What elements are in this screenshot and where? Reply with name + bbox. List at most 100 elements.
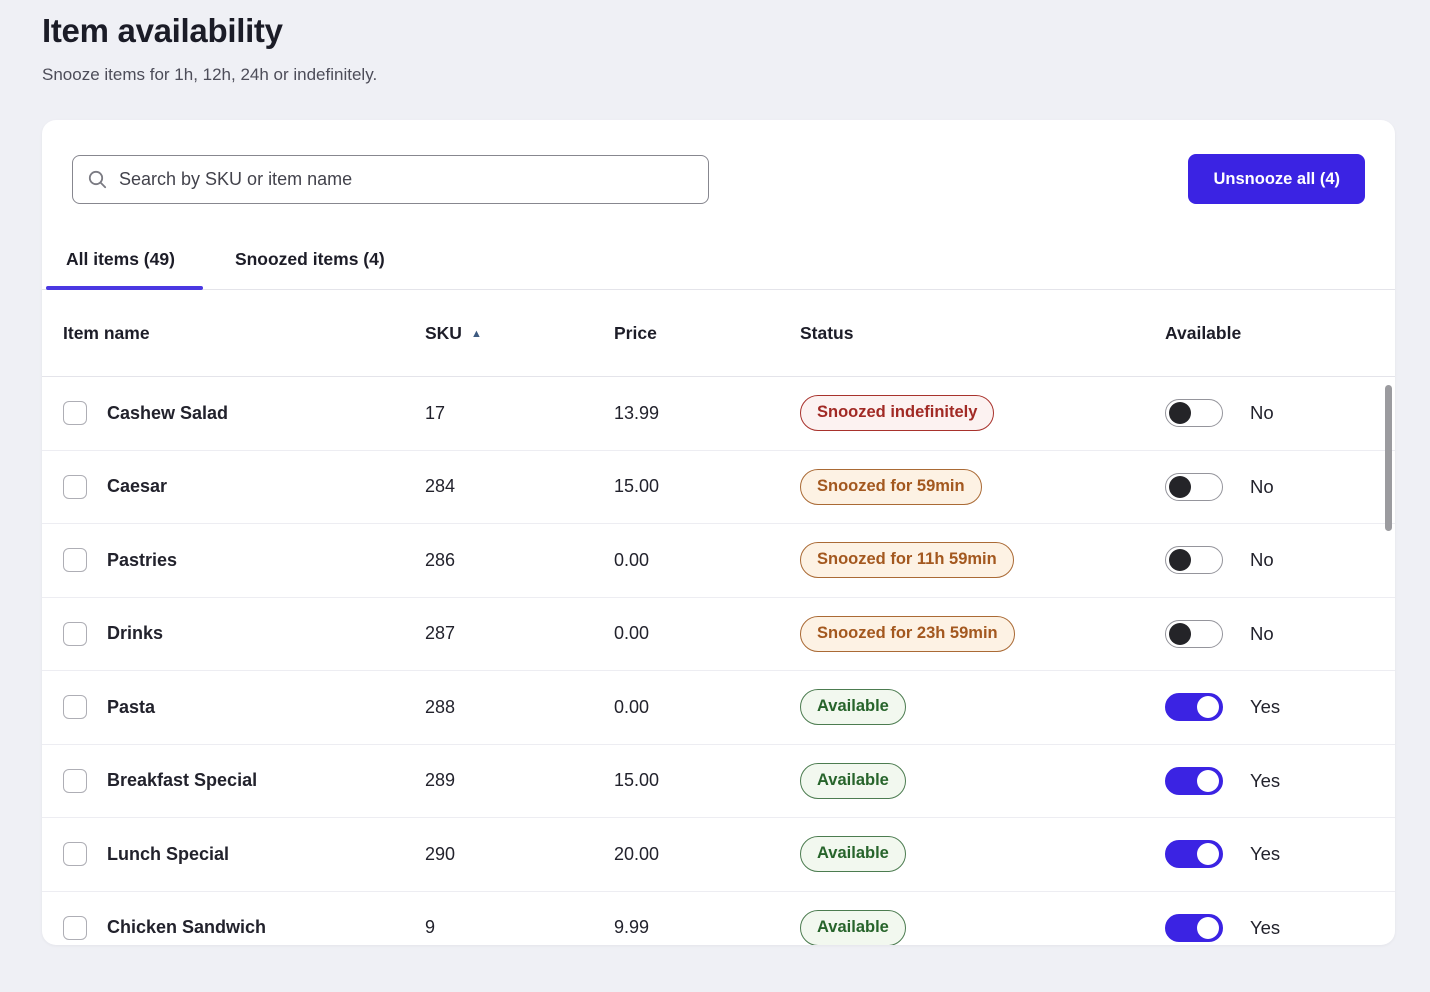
tabs: All items (49) Snoozed items (4) <box>42 237 1395 290</box>
row-checkbox[interactable] <box>63 475 87 499</box>
checkbox-cell <box>63 622 107 646</box>
tab-snoozed-items[interactable]: Snoozed items (4) <box>235 237 385 289</box>
column-header-status[interactable]: Status <box>800 323 1165 344</box>
toggle-knob <box>1197 917 1219 939</box>
status-cell: Snoozed for 23h 59min <box>800 616 1165 652</box>
row-checkbox[interactable] <box>63 842 87 866</box>
item-sku: 288 <box>425 697 614 718</box>
item-availability-card: Unsnooze all (4) All items (49) Snoozed … <box>42 120 1395 945</box>
item-name: Drinks <box>107 623 425 644</box>
column-header-item-name[interactable]: Item name <box>63 323 425 344</box>
row-checkbox[interactable] <box>63 622 87 646</box>
item-name: Chicken Sandwich <box>107 917 425 938</box>
availability-label: No <box>1250 623 1274 645</box>
checkbox-cell <box>63 401 107 425</box>
availability-label: Yes <box>1250 696 1280 718</box>
sort-ascending-icon: ▲ <box>471 327 482 340</box>
search-icon <box>87 169 108 190</box>
status-cell: Snoozed for 11h 59min <box>800 542 1165 578</box>
table-header: Item name SKU ▲ Price Status Available <box>42 290 1395 377</box>
table-row: Breakfast Special 289 15.00 Available Ye… <box>42 745 1395 819</box>
item-price: 15.00 <box>614 476 800 497</box>
row-checkbox[interactable] <box>63 695 87 719</box>
checkbox-cell <box>63 695 107 719</box>
availability-label: Yes <box>1250 843 1280 865</box>
search-input[interactable] <box>119 169 694 190</box>
item-sku: 290 <box>425 844 614 865</box>
availability-label: No <box>1250 402 1274 424</box>
search-box[interactable] <box>72 155 709 204</box>
availability-toggle[interactable] <box>1165 767 1223 795</box>
unsnooze-all-button[interactable]: Unsnooze all (4) <box>1188 154 1365 204</box>
page-title: Item availability <box>42 12 1430 50</box>
table-row: Pasta 288 0.00 Available Yes <box>42 671 1395 745</box>
toggle-knob <box>1197 843 1219 865</box>
availability-toggle[interactable] <box>1165 840 1223 868</box>
item-sku: 287 <box>425 623 614 644</box>
availability-label: Yes <box>1250 770 1280 792</box>
table-row: Cashew Salad 17 13.99 Snoozed indefinite… <box>42 377 1395 451</box>
checkbox-cell <box>63 916 107 940</box>
item-name: Pastries <box>107 550 425 571</box>
item-name: Breakfast Special <box>107 770 425 791</box>
scrollbar-thumb[interactable] <box>1385 385 1392 531</box>
row-checkbox[interactable] <box>63 401 87 425</box>
availability-toggle[interactable] <box>1165 914 1223 942</box>
item-price: 0.00 <box>614 697 800 718</box>
availability-toggle[interactable] <box>1165 693 1223 721</box>
table-row: Lunch Special 290 20.00 Available Yes <box>42 818 1395 892</box>
item-name: Pasta <box>107 697 425 718</box>
available-cell: Yes <box>1165 767 1395 795</box>
column-header-available[interactable]: Available <box>1165 323 1395 344</box>
availability-toggle[interactable] <box>1165 546 1223 574</box>
availability-label: No <box>1250 549 1274 571</box>
item-name: Caesar <box>107 476 425 497</box>
status-badge: Available <box>800 836 906 872</box>
available-cell: No <box>1165 399 1395 427</box>
available-cell: No <box>1165 546 1395 574</box>
row-checkbox[interactable] <box>63 916 87 940</box>
item-sku: 9 <box>425 917 614 938</box>
column-header-sku[interactable]: SKU ▲ <box>425 323 614 344</box>
available-cell: Yes <box>1165 693 1395 721</box>
status-badge: Snoozed for 11h 59min <box>800 542 1014 578</box>
availability-toggle[interactable] <box>1165 620 1223 648</box>
item-price: 0.00 <box>614 550 800 571</box>
available-cell: No <box>1165 473 1395 501</box>
status-badge: Available <box>800 689 906 725</box>
table-row: Caesar 284 15.00 Snoozed for 59min No <box>42 451 1395 525</box>
availability-toggle[interactable] <box>1165 473 1223 501</box>
row-checkbox[interactable] <box>63 548 87 572</box>
tab-all-items[interactable]: All items (49) <box>66 237 175 289</box>
item-sku: 17 <box>425 403 614 424</box>
item-name: Lunch Special <box>107 844 425 865</box>
availability-toggle[interactable] <box>1165 399 1223 427</box>
row-checkbox[interactable] <box>63 769 87 793</box>
card-toolbar: Unsnooze all (4) <box>42 120 1395 204</box>
page-header: Item availability Snooze items for 1h, 1… <box>0 0 1430 85</box>
status-cell: Available <box>800 689 1165 725</box>
checkbox-cell <box>63 769 107 793</box>
available-cell: Yes <box>1165 840 1395 868</box>
status-badge: Snoozed for 23h 59min <box>800 616 1015 652</box>
item-price: 9.99 <box>614 917 800 938</box>
column-header-price[interactable]: Price <box>614 323 800 344</box>
item-price: 20.00 <box>614 844 800 865</box>
item-price: 15.00 <box>614 770 800 791</box>
status-badge: Available <box>800 763 906 799</box>
item-sku: 286 <box>425 550 614 571</box>
item-sku: 289 <box>425 770 614 791</box>
toggle-knob <box>1169 549 1191 571</box>
toggle-knob <box>1197 696 1219 718</box>
table-row: Drinks 287 0.00 Snoozed for 23h 59min No <box>42 598 1395 672</box>
status-cell: Snoozed for 59min <box>800 469 1165 505</box>
toggle-knob <box>1169 476 1191 498</box>
checkbox-cell <box>63 842 107 866</box>
status-cell: Available <box>800 836 1165 872</box>
status-badge: Snoozed for 59min <box>800 469 982 505</box>
item-price: 13.99 <box>614 403 800 424</box>
item-sku: 284 <box>425 476 614 497</box>
toggle-knob <box>1197 770 1219 792</box>
column-header-sku-label: SKU <box>425 323 462 344</box>
status-cell: Available <box>800 763 1165 799</box>
